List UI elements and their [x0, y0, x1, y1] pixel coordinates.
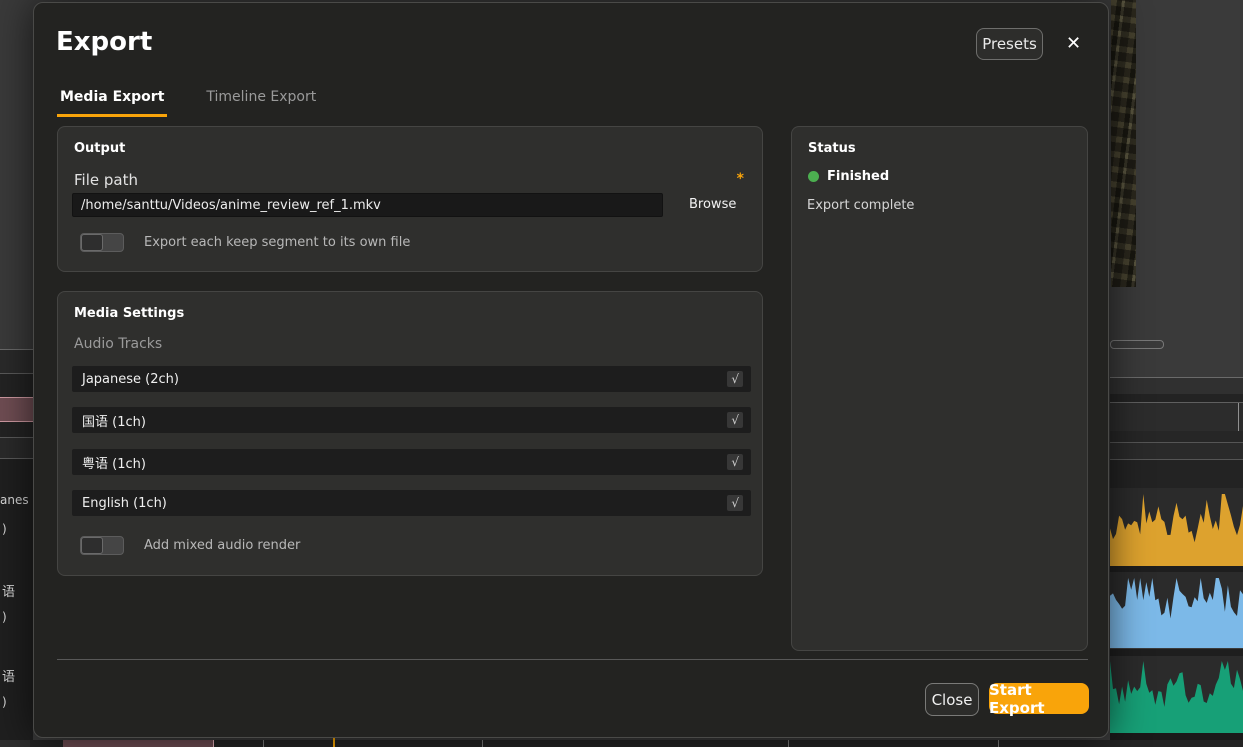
segment-boundary [788, 740, 789, 747]
audio-track-label: English (1ch) [72, 496, 727, 511]
tab-timeline-export[interactable]: Timeline Export [203, 85, 319, 117]
timeline-row [0, 350, 33, 373]
waveform-blue [1110, 576, 1243, 648]
output-section-title: Output [74, 141, 125, 156]
waveform-green [1110, 659, 1243, 733]
timeline-zoom-indicator [1110, 340, 1164, 349]
track-label-fragment: 语 [2, 581, 15, 600]
segment-boundary [998, 740, 999, 747]
export-tabs: Media Export Timeline Export [57, 85, 319, 117]
start-export-button[interactable]: Start Export [989, 683, 1089, 714]
track-label-fragment: 语 [2, 666, 15, 685]
audio-track-item-mandarin[interactable]: 国语 (1ch) √ [72, 407, 751, 433]
track-label-fragment: anes [0, 493, 29, 507]
status-row: Finished [808, 169, 889, 184]
segment-boundary [482, 740, 483, 747]
app-root: anes ) 语 ) 语 ) Export Presets ✕ Media Ex… [0, 0, 1243, 747]
audio-track-item-japanese[interactable]: Japanese (2ch) √ [72, 366, 751, 392]
tab-media-export[interactable]: Media Export [57, 85, 167, 117]
audio-track-label: Japanese (2ch) [72, 372, 727, 387]
track-label-fragment: ) [2, 695, 7, 709]
checkmark-icon: √ [727, 495, 743, 511]
timeline-row [1110, 402, 1243, 432]
timeline-ruler [1110, 377, 1243, 395]
audio-track-row-japanese [1110, 488, 1243, 566]
audio-track-label: 粤语 (1ch) [72, 453, 727, 472]
track-header-panel: anes ) 语 ) 语 ) [0, 459, 33, 740]
file-path-label: File path [74, 171, 138, 189]
required-asterisk: * [737, 171, 744, 187]
presets-button[interactable]: Presets [976, 28, 1043, 60]
close-icon[interactable]: ✕ [1060, 31, 1087, 56]
status-message: Export complete [807, 198, 914, 213]
video-preview-frame [1111, 0, 1136, 287]
track-header-footer [0, 740, 30, 747]
audio-track-label: 国语 (1ch) [72, 411, 727, 430]
timeline-gap [1110, 394, 1243, 402]
track-gap [1110, 649, 1243, 656]
mixed-audio-toggle-label: Add mixed audio render [144, 538, 300, 553]
status-state: Finished [827, 169, 889, 184]
track-label-fragment: ) [2, 610, 7, 624]
footer-divider [57, 659, 1088, 660]
mixed-audio-toggle[interactable] [80, 536, 124, 555]
segment-boundary [263, 740, 264, 747]
track-label-fragment: ) [2, 522, 7, 536]
audio-tracks-label: Audio Tracks [74, 336, 162, 352]
close-button[interactable]: Close [925, 683, 979, 716]
toggle-knob [81, 537, 103, 554]
timeline-segment-pink [0, 397, 33, 422]
waveform-orange [1110, 492, 1243, 566]
segment-export-toggle-label: Export each keep segment to its own file [144, 235, 410, 250]
toggle-knob [81, 234, 103, 251]
media-settings-title: Media Settings [74, 306, 184, 321]
timeline-row [1110, 443, 1243, 460]
timeline-gap [0, 374, 33, 397]
timeline-segment-pink [63, 740, 214, 747]
timeline-gap [1110, 460, 1243, 488]
audio-track-row-mandarin [1110, 572, 1243, 648]
status-dot-icon [808, 171, 819, 182]
segment-export-toggle[interactable] [80, 233, 124, 252]
export-dialog: Export Presets ✕ Media Export Timeline E… [33, 2, 1109, 738]
audio-track-item-english[interactable]: English (1ch) √ [72, 490, 751, 516]
audio-track-row-cantonese [1110, 656, 1243, 733]
file-path-input[interactable] [72, 193, 663, 217]
checkmark-icon: √ [727, 371, 743, 387]
status-section-title: Status [808, 141, 856, 156]
timeline-gap [0, 422, 33, 437]
timeline-row [1110, 431, 1243, 443]
checkmark-icon: √ [727, 454, 743, 470]
timeline-row [0, 438, 33, 459]
timeline-strip[interactable] [0, 740, 1243, 747]
media-settings-section: Media Settings Audio Tracks Japanese (2c… [57, 291, 763, 576]
checkmark-icon: √ [727, 412, 743, 428]
browse-button[interactable]: Browse [689, 197, 736, 212]
timeline-row-divider [1238, 403, 1239, 431]
audio-track-item-cantonese[interactable]: 粤语 (1ch) √ [72, 449, 751, 475]
dialog-title: Export [56, 27, 152, 57]
playhead-marker [333, 738, 335, 747]
output-section: Output File path * Browse Export each ke… [57, 126, 763, 272]
status-section: Status Finished Export complete [791, 126, 1088, 651]
